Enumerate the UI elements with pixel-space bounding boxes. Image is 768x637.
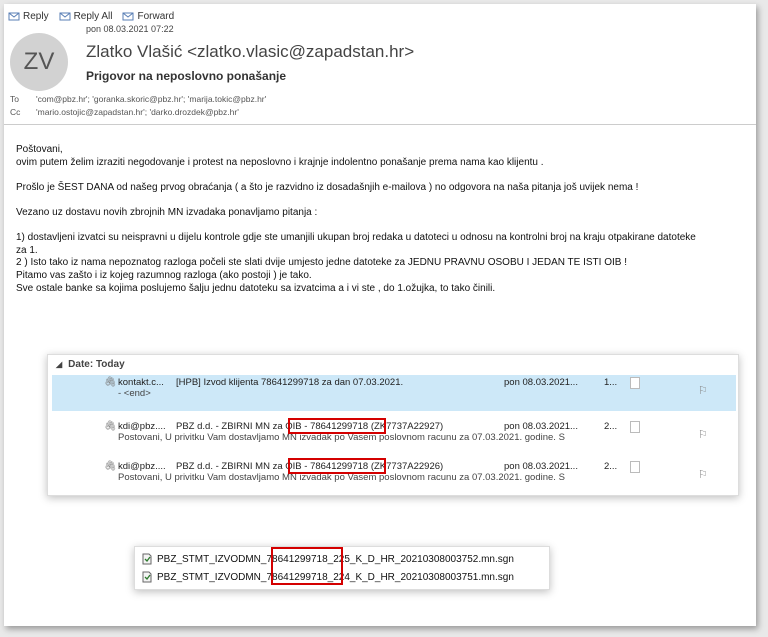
body-line: ovim putem želim izraziti negodovanje i …	[16, 156, 544, 168]
forward-label: Forward	[137, 10, 175, 22]
row-size: 2...	[604, 421, 618, 432]
reply-all-icon	[59, 12, 71, 21]
row-preview: - <end>	[118, 388, 151, 399]
reply-all-button[interactable]: Reply All	[59, 8, 113, 24]
reply-button[interactable]: Reply	[8, 8, 49, 24]
to-line: To 'com@pbz.hr'; 'goranka.skoric@pbz.hr'…	[10, 94, 266, 104]
row-size: 2...	[604, 461, 618, 472]
oib-highlight-box	[271, 547, 343, 585]
category-box[interactable]	[630, 421, 640, 433]
row-received: pon 08.03.2021...	[504, 377, 578, 388]
reply-label: Reply	[23, 10, 49, 22]
date-group-header[interactable]: ◢ Date: Today	[56, 359, 125, 370]
flag-icon[interactable]: ⚐	[698, 428, 708, 441]
body-line: Sve ostale banke sa kojima poslujemo šal…	[16, 282, 496, 294]
email-window: Reply Reply All Forward pon 08.03.2021 0…	[4, 4, 756, 626]
body-line: Pitamo vas zašto i iz kojeg razumnog raz…	[16, 269, 312, 281]
reply-all-label: Reply All	[73, 10, 113, 22]
category-box[interactable]	[630, 377, 640, 389]
embedded-mail-list-screenshot: ◢ Date: Today 🖇 kontakt.c... [HPB] Izvod …	[47, 354, 739, 496]
flag-icon[interactable]: ⚐	[698, 468, 708, 481]
to-label: To	[10, 94, 19, 104]
header-divider	[4, 124, 756, 125]
sender-avatar: ZV	[10, 33, 68, 91]
row-subject: [HPB] Izvod klijenta 78641299718 za dan …	[176, 377, 404, 388]
forward-button[interactable]: Forward	[122, 8, 174, 24]
row-from: kontakt.c...	[118, 377, 164, 388]
body-line: 2 ) Isto tako iz nama nepoznatog razloga…	[16, 257, 628, 269]
flag-icon[interactable]: ⚐	[698, 384, 708, 397]
cc-label: Cc	[10, 107, 21, 117]
row-size: 1...	[604, 377, 618, 388]
attachment-icon: 🖇	[104, 421, 117, 432]
cc-line: Cc 'mario.ostojic@zapadstan.hr'; 'darko.…	[10, 107, 239, 117]
email-subject: Prigovor na neposlovno ponašanje	[86, 69, 287, 83]
body-line: Prošlo je ŠEST DANA od našeg prvog obrać…	[16, 181, 639, 193]
row-received: pon 08.03.2021...	[504, 461, 578, 472]
list-item[interactable]: 🖇 kontakt.c... [HPB] Izvod klijenta 7864…	[52, 375, 736, 411]
list-item[interactable]: 🖇 kdi@pbz.... PBZ d.d. - ZBIRNI MN za OI…	[52, 418, 736, 455]
cc-recipients[interactable]: 'mario.ostojic@zapadstan.hr'; 'darko.dro…	[36, 107, 239, 117]
file-icon	[142, 553, 152, 565]
attachment-icon: 🖇	[104, 377, 117, 388]
category-box[interactable]	[630, 461, 640, 473]
forward-icon	[122, 12, 134, 21]
body-line: Poštovani,	[16, 144, 63, 155]
row-received: pon 08.03.2021...	[504, 421, 578, 432]
row-from: kdi@pbz....	[118, 461, 166, 472]
attachment-icon: 🖇	[104, 461, 117, 472]
oib-highlight-box	[288, 458, 386, 474]
sent-date: pon 08.03.2021 07:22	[86, 24, 174, 34]
collapse-triangle-icon: ◢	[56, 360, 63, 369]
file-icon	[142, 571, 152, 583]
reading-toolbar: Reply Reply All Forward	[8, 8, 174, 24]
body-line: za 1.	[16, 244, 38, 256]
body-line: 1) dostavljeni izvatci su neispravni u d…	[16, 232, 696, 244]
reply-icon	[8, 12, 20, 21]
oib-highlight-box	[288, 418, 386, 434]
row-from: kdi@pbz....	[118, 421, 166, 432]
sender-name[interactable]: Zlatko Vlašić <zlatko.vlasic@zapadstan.h…	[86, 42, 414, 62]
to-recipients[interactable]: 'com@pbz.hr'; 'goranka.skoric@pbz.hr'; '…	[36, 94, 266, 104]
embedded-file-list-screenshot: PBZ_STMT_IZVODMN_78641299718_225_K_D_HR_…	[134, 546, 550, 590]
email-body: Poštovani, ovim putem želim izraziti neg…	[16, 144, 746, 295]
list-item[interactable]: 🖇 kdi@pbz.... PBZ d.d. - ZBIRNI MN za OI…	[52, 458, 736, 491]
body-line: Vezano uz dostavu novih zbrojnih MN izva…	[16, 206, 318, 218]
